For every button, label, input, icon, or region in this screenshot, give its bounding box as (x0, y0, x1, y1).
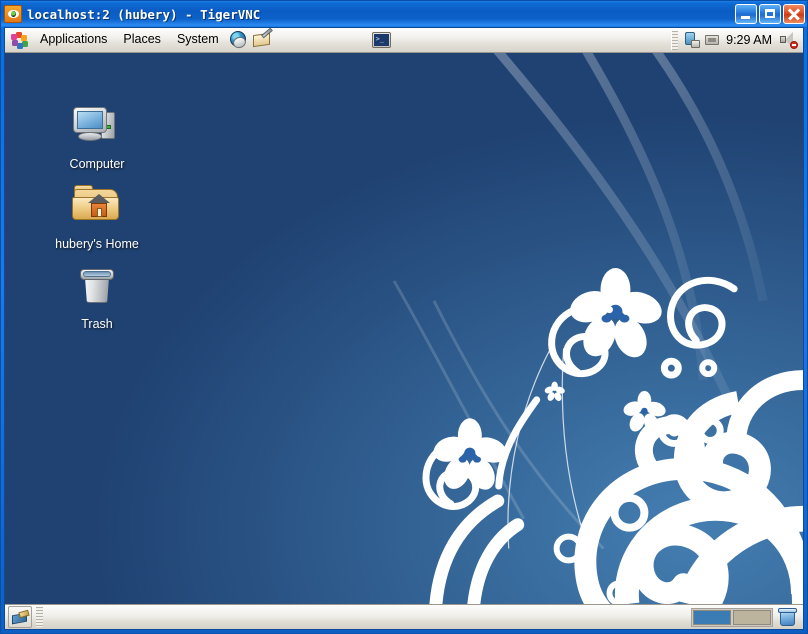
minimize-button[interactable] (735, 4, 757, 24)
maximize-button[interactable] (759, 4, 781, 24)
workspace-switcher[interactable] (691, 607, 773, 627)
window-titlebar[interactable]: localhost:2 (hubery) - TigerVNC (1, 1, 807, 27)
trash-applet-icon[interactable] (777, 607, 799, 628)
terminal-prompt-glyph: >_ (375, 34, 385, 43)
desktop-icon-trash-label: Trash (81, 317, 113, 331)
vnc-framebuffer: Applications Places System >_ 9:29 AM Co… (4, 27, 804, 630)
battery-power-icon[interactable] (681, 30, 703, 50)
window-list[interactable] (47, 606, 691, 628)
gnome-bottom-panel (5, 604, 803, 629)
workspace-2[interactable] (733, 609, 771, 625)
computer-icon (71, 103, 123, 153)
desktop-icon-home-label: hubery's Home (55, 237, 139, 251)
applications-menu[interactable]: Applications (32, 29, 115, 51)
desktop-icons: Computer hubery's Home Trash (5, 53, 803, 604)
workspace-1[interactable] (693, 609, 731, 625)
system-menu[interactable]: System (169, 29, 227, 51)
desktop-icon-computer[interactable]: Computer (45, 103, 149, 171)
home-folder-icon (71, 183, 123, 233)
panel-drag-handle[interactable] (36, 607, 43, 627)
web-browser-icon[interactable] (228, 29, 250, 51)
display-applet-icon[interactable] (703, 30, 721, 50)
window-controls (735, 4, 805, 24)
tigervnc-eye-icon (4, 5, 22, 23)
places-menu[interactable]: Places (115, 29, 169, 51)
gnome-top-panel: Applications Places System >_ 9:29 AM (5, 28, 803, 53)
desktop-icon-trash[interactable]: Trash (45, 263, 149, 331)
close-button[interactable] (783, 4, 805, 24)
show-desktop-button[interactable] (8, 606, 32, 628)
gnome-foot-icon (11, 31, 28, 49)
window-title: localhost:2 (hubery) - TigerVNC (27, 6, 261, 22)
panel-separator[interactable] (671, 30, 679, 50)
desktop-icon-home[interactable]: hubery's Home (45, 183, 149, 251)
desktop-area[interactable]: Computer hubery's Home Trash (5, 53, 803, 604)
vnc-window: localhost:2 (hubery) - TigerVNC Applicat… (0, 0, 808, 634)
terminal-icon[interactable]: >_ (371, 31, 393, 50)
volume-muted-icon[interactable] (777, 30, 799, 50)
clock[interactable]: 9:29 AM (721, 34, 777, 47)
email-client-icon[interactable] (252, 29, 274, 51)
desktop-icon-computer-label: Computer (69, 157, 125, 171)
trash-icon (71, 263, 123, 313)
